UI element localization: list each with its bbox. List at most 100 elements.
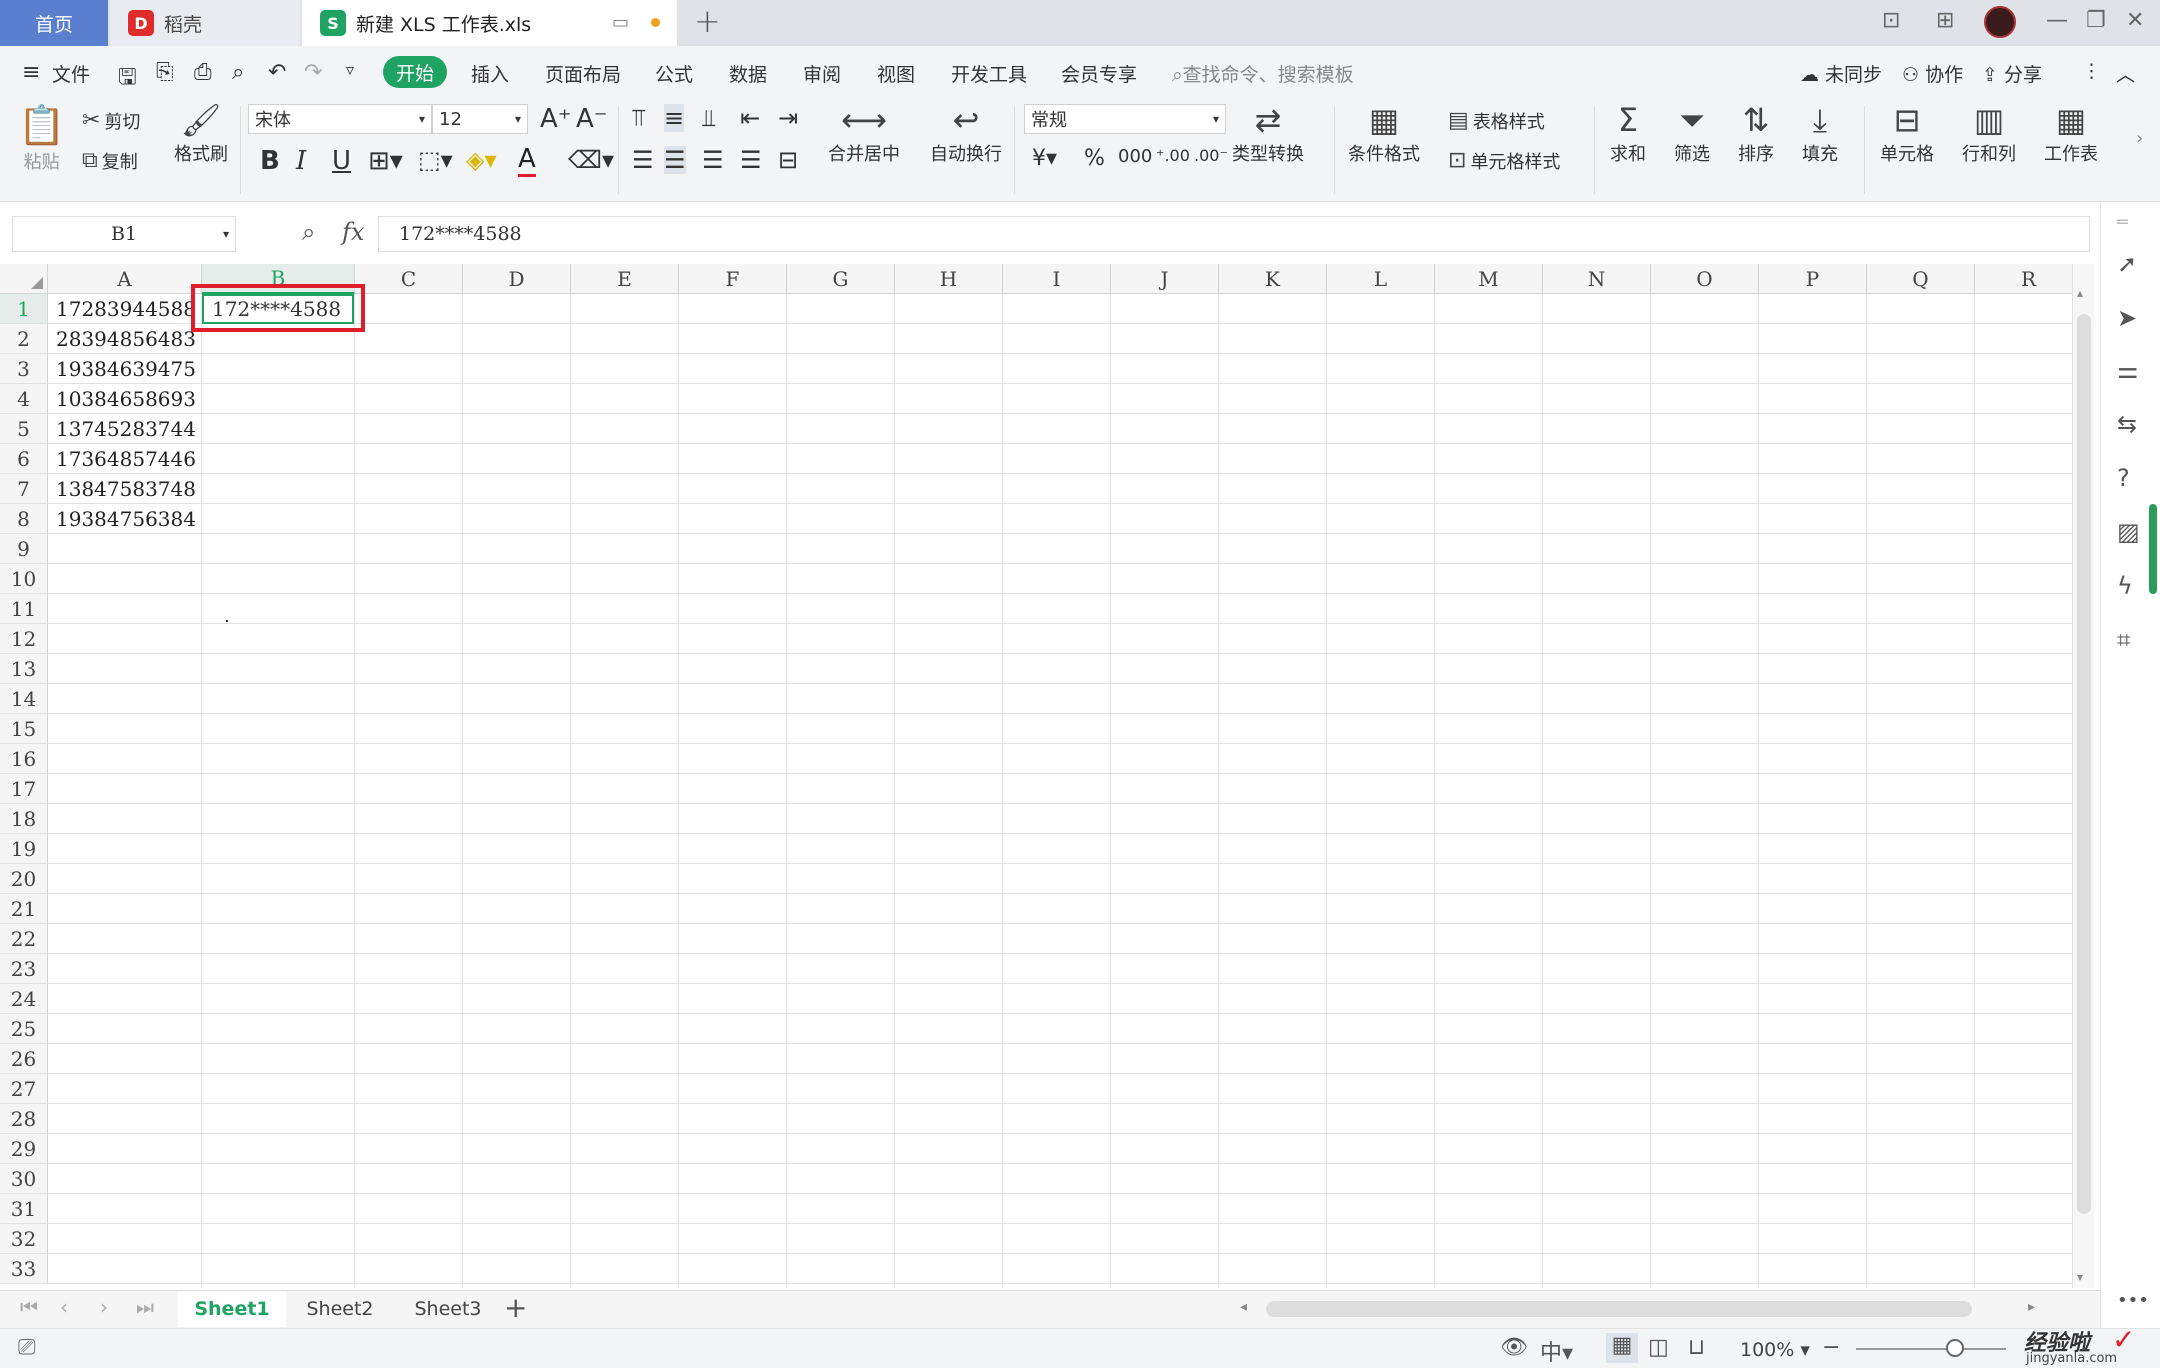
row-header-22[interactable]: 22 <box>0 924 48 954</box>
percent-icon[interactable]: % <box>1084 146 1105 171</box>
format-painter-button[interactable]: 🖌 格式刷 <box>174 104 228 166</box>
collapse-ribbon-icon[interactable]: ︿ <box>2116 60 2135 87</box>
row-header-27[interactable]: 27 <box>0 1074 48 1104</box>
sort-button[interactable]: ⇅ 排序 <box>1738 104 1774 166</box>
align-middle-icon[interactable]: ≡ <box>664 104 685 132</box>
row-header-2[interactable]: 2 <box>0 324 48 354</box>
cell-a6[interactable]: 17364857446 <box>56 444 196 474</box>
clear-icon[interactable]: ⌫▾ <box>568 146 614 174</box>
scroll-down-icon[interactable]: ▾ <box>2077 1270 2083 1284</box>
paste-button[interactable]: 📋 粘贴 <box>18 106 65 174</box>
row-header-25[interactable]: 25 <box>0 1014 48 1044</box>
cursor-icon[interactable]: ➤ <box>2117 304 2137 332</box>
lightning-icon[interactable]: ϟ <box>2117 572 2133 600</box>
vertical-scroll-thumb[interactable] <box>2077 314 2091 1214</box>
row-header-26[interactable]: 26 <box>0 1044 48 1074</box>
row-header-13[interactable]: 13 <box>0 654 48 684</box>
ribbon-scroll-right-icon[interactable]: › <box>2136 128 2143 149</box>
row-header-33[interactable]: 33 <box>0 1254 48 1284</box>
hamburger-icon[interactable]: ≡ <box>22 60 40 85</box>
row-header-9[interactable]: 9 <box>0 534 48 564</box>
type-convert-button[interactable]: ⇄ 类型转换 <box>1232 104 1304 166</box>
row-header-28[interactable]: 28 <box>0 1104 48 1134</box>
menu-developer[interactable]: 开发工具 <box>951 60 1027 87</box>
transform-icon[interactable]: ⇆ <box>2117 410 2137 438</box>
row-col-button[interactable]: ▥ 行和列 <box>1962 104 2016 166</box>
distribute-icon[interactable]: ⊟ <box>778 146 798 174</box>
input-method-icon[interactable]: 中▾ <box>1540 1335 1573 1367</box>
cell-style-button[interactable]: ⊡ 单元格样式 <box>1448 148 1560 174</box>
settings-sliders-icon[interactable]: ⚌ <box>2117 356 2139 384</box>
zoom-level[interactable]: 100% ▾ <box>1740 1339 1810 1361</box>
row-header-29[interactable]: 29 <box>0 1134 48 1164</box>
filter-button[interactable]: ⏷ 筛选 <box>1674 104 1710 166</box>
menu-review[interactable]: 审阅 <box>803 60 841 87</box>
cut-button[interactable]: ✂ 剪切 <box>82 108 140 134</box>
fill-color-icon[interactable]: ◈▾ <box>466 146 497 174</box>
column-header-h[interactable]: H <box>895 264 1003 294</box>
tab-current-file[interactable]: S 新建 XLS 工作表.xls ▭ <box>302 0 677 46</box>
row-header-20[interactable]: 20 <box>0 864 48 894</box>
column-header-p[interactable]: P <box>1759 264 1867 294</box>
tab-home[interactable]: 首页 <box>0 0 108 46</box>
merge-center-button[interactable]: ⟷ 合并居中 <box>828 104 900 166</box>
align-left-icon[interactable]: ☰ <box>632 146 654 174</box>
spreadsheet-grid[interactable]: ABCDEFGHIJKLMNOPQR 1 2 3 4 5 6 7 8 9 10 11 12 13 14 15… <box>0 264 2072 1288</box>
row-header-1[interactable]: 1 <box>0 294 48 324</box>
worksheet-button[interactable]: ▦ 工作表 <box>2044 104 2098 166</box>
avatar[interactable] <box>1984 6 2016 38</box>
cell-a1[interactable]: 17283944588 <box>56 294 196 324</box>
row-header-32[interactable]: 32 <box>0 1224 48 1254</box>
indent-decrease-icon[interactable]: ⇤ <box>740 104 760 132</box>
row-header-17[interactable]: 17 <box>0 774 48 804</box>
row-header-5[interactable]: 5 <box>0 414 48 444</box>
save-icon[interactable]: 🖫 <box>118 60 137 98</box>
sheet-tab-3[interactable]: Sheet3 <box>398 1291 498 1327</box>
more-icon[interactable]: ••• <box>2117 1290 2149 1311</box>
column-header-o[interactable]: O <box>1651 264 1759 294</box>
row-header-24[interactable]: 24 <box>0 984 48 1014</box>
fill-button[interactable]: ⤓ 填充 <box>1802 104 1838 166</box>
menu-file[interactable]: 文件 <box>52 60 90 87</box>
column-header-m[interactable]: M <box>1435 264 1543 294</box>
print-preview-icon[interactable]: ⌕ <box>232 60 244 85</box>
justify-icon[interactable]: ☰ <box>740 146 762 174</box>
select-all-corner[interactable] <box>0 264 48 294</box>
cell-a4[interactable]: 10384658693 <box>56 384 196 414</box>
copy-button[interactable]: ⧉ 复制 <box>82 148 138 174</box>
increase-decimal-icon[interactable]: ⁺.00 <box>1156 146 1190 165</box>
row-header-30[interactable]: 30 <box>0 1164 48 1194</box>
column-header-e[interactable]: E <box>571 264 679 294</box>
formula-input[interactable]: 172****4588 <box>378 216 2090 252</box>
sheet-tab-2[interactable]: Sheet2 <box>290 1291 390 1327</box>
apps-grid-icon[interactable]: ⊞ <box>1936 8 1954 33</box>
help-icon[interactable]: ? <box>2117 464 2130 492</box>
column-header-r[interactable]: R <box>1975 264 2072 294</box>
row-header-10[interactable]: 10 <box>0 564 48 594</box>
row-header-16[interactable]: 16 <box>0 744 48 774</box>
export-icon[interactable]: ⎘ <box>156 60 174 85</box>
normal-view-icon[interactable]: ▦ <box>1606 1333 1638 1363</box>
column-header-c[interactable]: C <box>355 264 463 294</box>
decrease-decimal-icon[interactable]: .00⁻ <box>1194 146 1228 165</box>
tab-start[interactable]: 开始 <box>383 56 447 88</box>
sync-status[interactable]: ☁ 未同步 <box>1800 60 1882 87</box>
row-header-31[interactable]: 31 <box>0 1194 48 1224</box>
row-header-19[interactable]: 19 <box>0 834 48 864</box>
border-icon[interactable]: ⊞▾ <box>368 146 403 176</box>
conditional-format-button[interactable]: ▦ 条件格式 <box>1348 104 1420 166</box>
indent-increase-icon[interactable]: ⇥ <box>778 104 798 132</box>
column-header-l[interactable]: L <box>1327 264 1435 294</box>
prev-sheet-icon[interactable]: ‹ <box>60 1295 68 1319</box>
row-header-23[interactable]: 23 <box>0 954 48 984</box>
scroll-right-icon[interactable]: ▸ <box>2028 1299 2035 1315</box>
increase-font-icon[interactable]: A⁺ <box>540 104 572 134</box>
zoom-formula-icon[interactable]: ⌕ <box>302 218 315 246</box>
next-sheet-icon[interactable]: › <box>100 1295 108 1319</box>
scroll-up-icon[interactable]: ▴ <box>2077 286 2083 300</box>
last-sheet-icon[interactable]: ⏭ <box>136 1295 154 1319</box>
column-header-q[interactable]: Q <box>1867 264 1975 294</box>
cell-fill-style-icon[interactable]: ⬚▾ <box>418 146 453 174</box>
menu-page-layout[interactable]: 页面布局 <box>545 60 621 87</box>
more-menu-icon[interactable]: ⋮ <box>2082 60 2101 82</box>
